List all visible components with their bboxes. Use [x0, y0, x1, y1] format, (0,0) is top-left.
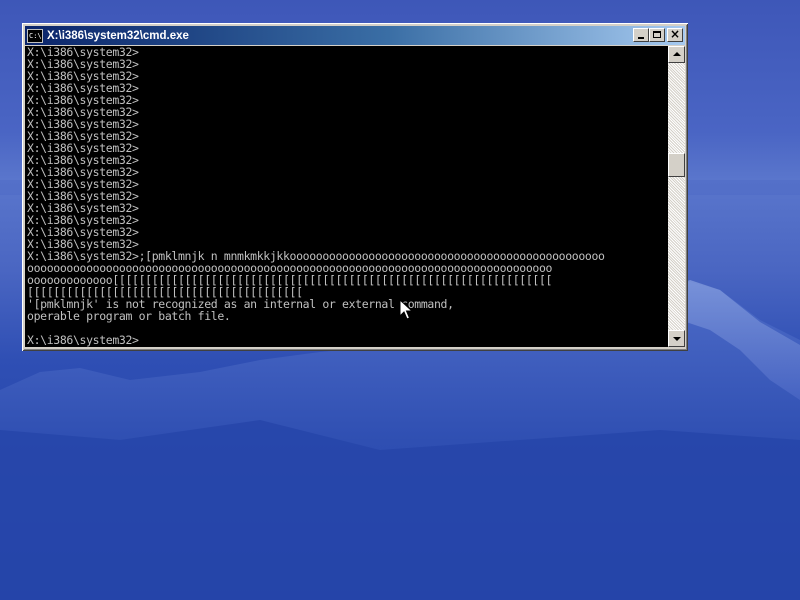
mouse-pointer-icon — [399, 298, 414, 326]
scroll-down-button[interactable] — [668, 330, 685, 347]
scroll-up-button[interactable] — [668, 46, 685, 63]
cmd-window[interactable]: C:\ X:\i386\system32\cmd.exe × X:\i386\s… — [22, 23, 688, 351]
vertical-scrollbar[interactable] — [668, 46, 685, 347]
scroll-down-arrow-icon — [673, 337, 681, 341]
current-prompt[interactable]: X:\i386\system32> — [27, 334, 139, 346]
maximize-icon — [653, 31, 661, 38]
minimize-icon — [638, 37, 644, 39]
cmd-icon[interactable]: C:\ — [27, 28, 43, 43]
title-buttons: × — [633, 27, 683, 42]
minimize-button[interactable] — [633, 28, 649, 42]
scroll-up-arrow-icon — [673, 52, 681, 56]
title-bar[interactable]: C:\ X:\i386\system32\cmd.exe × — [25, 26, 685, 45]
close-icon: × — [669, 27, 681, 41]
error-message-line: operable program or batch file. — [27, 309, 231, 323]
close-button[interactable]: × — [667, 27, 683, 42]
console-output[interactable]: X:\i386\system32> X:\i386\system32> X:\i… — [25, 46, 668, 347]
maximize-button[interactable] — [649, 28, 665, 42]
scroll-thumb[interactable] — [668, 153, 685, 177]
window-title: X:\i386\system32\cmd.exe — [47, 29, 189, 42]
